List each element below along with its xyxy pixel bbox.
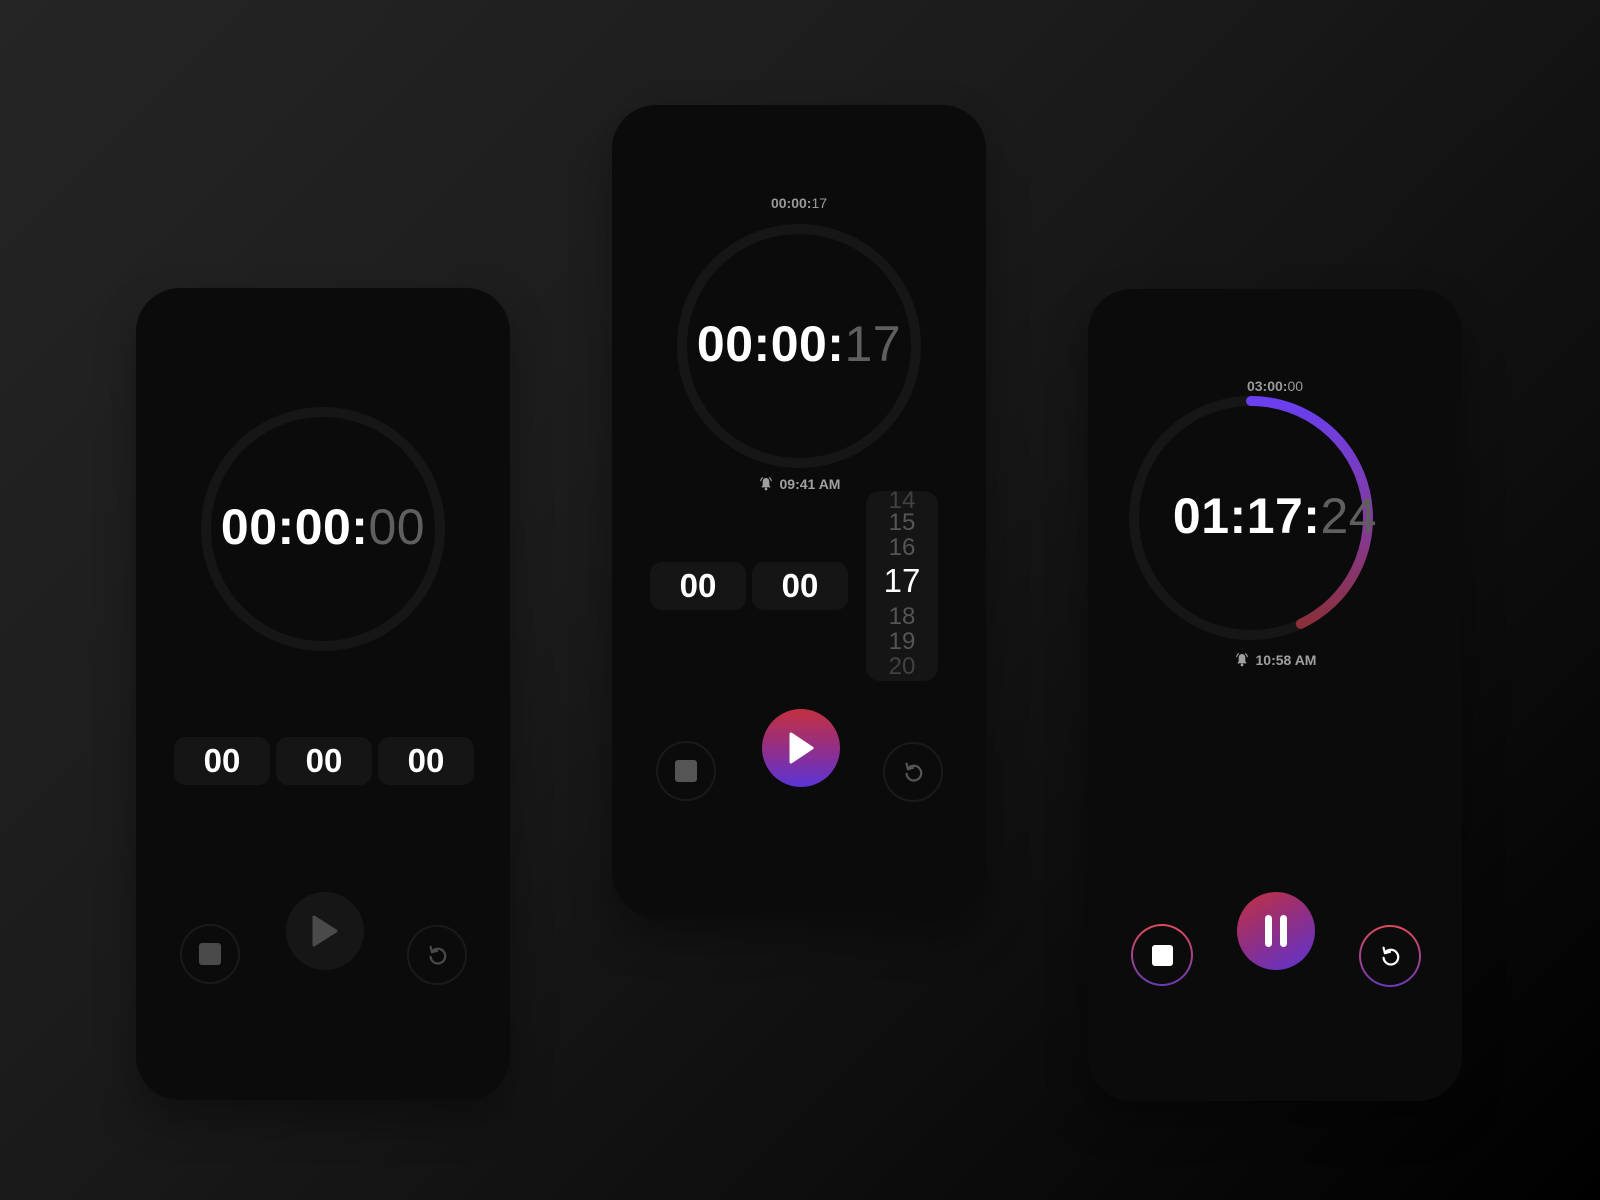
preview-hours-minutes: 00:00: [770,195,812,211]
stop-button[interactable] [1131,924,1193,986]
play-button[interactable] [762,709,840,787]
timer-screen-running: 03:00:00 01:17:24 10:58 AM [1088,289,1462,1101]
picker-option[interactable]: 16 [866,536,938,560]
preview-time: 00:00:17 [612,195,986,211]
stop-icon [1151,944,1173,966]
reset-button[interactable] [883,742,943,802]
seconds-input[interactable]: 00 [378,737,474,785]
alarm-time-text: 10:58 AM [1255,652,1317,668]
total-seconds: 00 [1287,378,1304,394]
reset-button[interactable] [407,925,467,985]
timer-hours-minutes: 00:00: [696,316,845,372]
timer-seconds: 00 [368,499,426,555]
total-time: 03:00:00 [1088,378,1462,394]
total-hours-minutes: 03:00: [1246,378,1288,394]
minutes-input[interactable]: 00 [752,562,848,610]
play-icon [312,915,338,947]
timer-hours-minutes: 00:00: [220,499,369,555]
pause-button[interactable] [1237,892,1315,970]
minutes-input[interactable]: 00 [276,737,372,785]
timer-hours-minutes: 01:17: [1172,488,1321,544]
picker-option[interactable]: 19 [866,630,938,654]
hours-input[interactable]: 00 [174,737,270,785]
alarm-time: 09:41 AM [612,476,986,492]
reset-icon [905,762,923,782]
timer-screen-idle: 00:00:00 00 00 00 [136,288,510,1100]
reset-button[interactable] [1359,925,1421,987]
stop-icon [675,760,697,782]
timer-display: 00:00:17 [612,315,986,373]
reset-icon [1382,946,1400,966]
alarm-bell-icon [759,477,772,491]
timer-seconds: 24 [1320,488,1378,544]
stop-button[interactable] [656,741,716,801]
stop-button[interactable] [180,924,240,984]
preview-seconds: 17 [811,195,828,211]
timer-display: 00:00:00 [136,498,510,556]
alarm-bell-icon [1235,653,1248,667]
picker-option[interactable]: 15 [866,511,938,535]
timer-seconds: 17 [844,316,902,372]
pause-icon [1265,915,1287,947]
hours-input[interactable]: 00 [650,562,746,610]
picker-option[interactable]: 18 [866,605,938,629]
timer-display: 01:17:24 [1088,487,1462,545]
alarm-time-text: 09:41 AM [779,476,841,492]
play-icon [789,732,814,764]
reset-icon [429,945,447,965]
alarm-time: 10:58 AM [1088,652,1462,668]
picker-option-selected[interactable]: 17 [866,564,938,598]
picker-option[interactable]: 20 [866,655,938,679]
play-button[interactable] [286,892,364,970]
seconds-picker[interactable]: 14 15 16 17 18 19 20 [866,491,938,681]
timer-screen-setting: 00:00:17 00:00:17 09:41 AM 00 00 14 15 1… [612,105,986,917]
stop-icon [199,943,221,965]
